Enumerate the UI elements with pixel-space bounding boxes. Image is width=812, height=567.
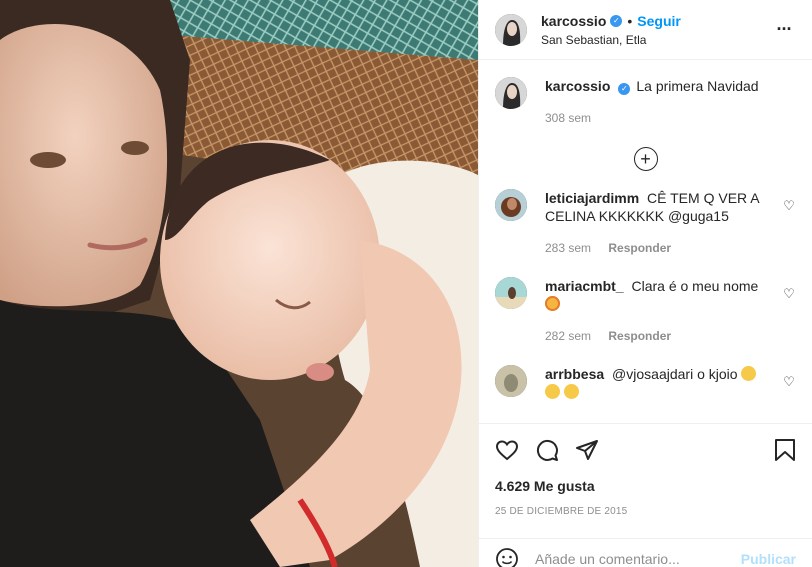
- more-options-icon[interactable]: ···: [772, 18, 796, 42]
- heart-icon[interactable]: [495, 430, 535, 470]
- post-date[interactable]: 25 DE DICIEMBRE DE 2015: [495, 506, 796, 517]
- comment-body: mariacmbt_ Clara é o meu nome 282 sem Re…: [545, 277, 774, 345]
- caption-meta: 308 sem: [545, 109, 796, 127]
- reply-button[interactable]: Responder: [608, 329, 671, 343]
- post-actions: 4.629 Me gusta 25 DE DICIEMBRE DE 2015: [479, 423, 812, 517]
- neutral-face-emoji-icon: [545, 384, 560, 399]
- load-more-comments: +: [495, 147, 796, 171]
- comment-username[interactable]: arrbbesa: [545, 366, 604, 382]
- follow-button[interactable]: Seguir: [637, 12, 681, 30]
- caption-text: La primera Navidad: [636, 78, 759, 94]
- comment-like-heart-icon[interactable]: ♡: [782, 199, 796, 213]
- action-bar: [495, 424, 796, 476]
- post-location[interactable]: San Sebastian, Etla: [541, 33, 772, 47]
- star-struck-emoji-icon: [545, 296, 560, 311]
- add-comment-bar: Publicar: [479, 538, 812, 567]
- avatar-image: [495, 277, 527, 309]
- likes-count[interactable]: 4.629 Me gusta: [495, 478, 796, 494]
- separator-dot: •: [627, 13, 633, 29]
- commenter-avatar[interactable]: [495, 365, 527, 397]
- header-text: karcossio ✓ • Seguir San Sebastian, Etla: [541, 12, 772, 47]
- comment-item: arrbbesa @vjosaajdari o kjoio ♡: [495, 365, 796, 401]
- header-line: karcossio ✓ • Seguir: [541, 12, 772, 30]
- comment-body: leticiajardimm CÊ TEM Q VER A CELINA KKK…: [545, 189, 774, 257]
- commenter-avatar[interactable]: [495, 277, 527, 309]
- avatar-image: [495, 189, 527, 221]
- comment-time[interactable]: 283 sem: [545, 241, 591, 255]
- comments-list[interactable]: karcossio ✓ La primera Navidad 308 sem +: [479, 61, 812, 423]
- post-photo[interactable]: [0, 0, 478, 567]
- avatar-image: [495, 13, 527, 46]
- comment-username[interactable]: mariacmbt_: [545, 278, 624, 294]
- author-avatar[interactable]: [495, 13, 527, 46]
- comment-body: arrbbesa @vjosaajdari o kjoio: [545, 365, 774, 401]
- verified-badge-icon: ✓: [618, 83, 631, 95]
- neutral-face-emoji-icon: [741, 366, 757, 381]
- comment-username[interactable]: leticiajardimm: [545, 190, 639, 206]
- comment-input[interactable]: [535, 550, 741, 567]
- comment-text: Clara é o meu nome: [631, 278, 759, 294]
- comment-meta: 283 sem Responder: [545, 239, 774, 257]
- caption-time[interactable]: 308 sem: [545, 111, 591, 125]
- caption-body: karcossio ✓ La primera Navidad 308 sem: [545, 77, 796, 127]
- paper-plane-icon[interactable]: [575, 430, 615, 470]
- comment-bubble-icon[interactable]: [535, 430, 575, 470]
- post-modal: karcossio ✓ • Seguir San Sebastian, Etla…: [0, 0, 812, 567]
- comment-time[interactable]: 282 sem: [545, 329, 591, 343]
- post-side-panel: karcossio ✓ • Seguir San Sebastian, Etla…: [478, 0, 812, 567]
- smiley-icon[interactable]: [495, 547, 519, 567]
- avatar-image: [495, 77, 527, 109]
- bookmark-icon[interactable]: [756, 430, 796, 470]
- neutral-face-emoji-icon: [563, 384, 579, 399]
- reply-button[interactable]: Responder: [608, 241, 671, 255]
- comment-item: mariacmbt_ Clara é o meu nome 282 sem Re…: [495, 277, 796, 345]
- comment-like-heart-icon[interactable]: ♡: [782, 375, 796, 389]
- plus-circle-icon[interactable]: +: [633, 147, 658, 171]
- comment-like-heart-icon[interactable]: ♡: [782, 287, 796, 301]
- avatar-image: [495, 365, 527, 397]
- verified-badge-icon: ✓: [610, 15, 623, 27]
- author-username[interactable]: karcossio: [541, 12, 606, 30]
- post-caption: karcossio ✓ La primera Navidad 308 sem: [495, 61, 796, 127]
- photo-illustration: [0, 0, 478, 567]
- comment-text: @vjosaajdari o kjoio: [612, 366, 738, 382]
- comment-item: leticiajardimm CÊ TEM Q VER A CELINA KKK…: [495, 189, 796, 257]
- publish-button[interactable]: Publicar: [741, 551, 796, 567]
- caption-avatar[interactable]: [495, 77, 527, 109]
- comment-meta: 282 sem Responder: [545, 327, 774, 345]
- caption-username[interactable]: karcossio: [545, 78, 610, 94]
- post-header: karcossio ✓ • Seguir San Sebastian, Etla…: [479, 0, 812, 60]
- commenter-avatar[interactable]: [495, 189, 527, 221]
